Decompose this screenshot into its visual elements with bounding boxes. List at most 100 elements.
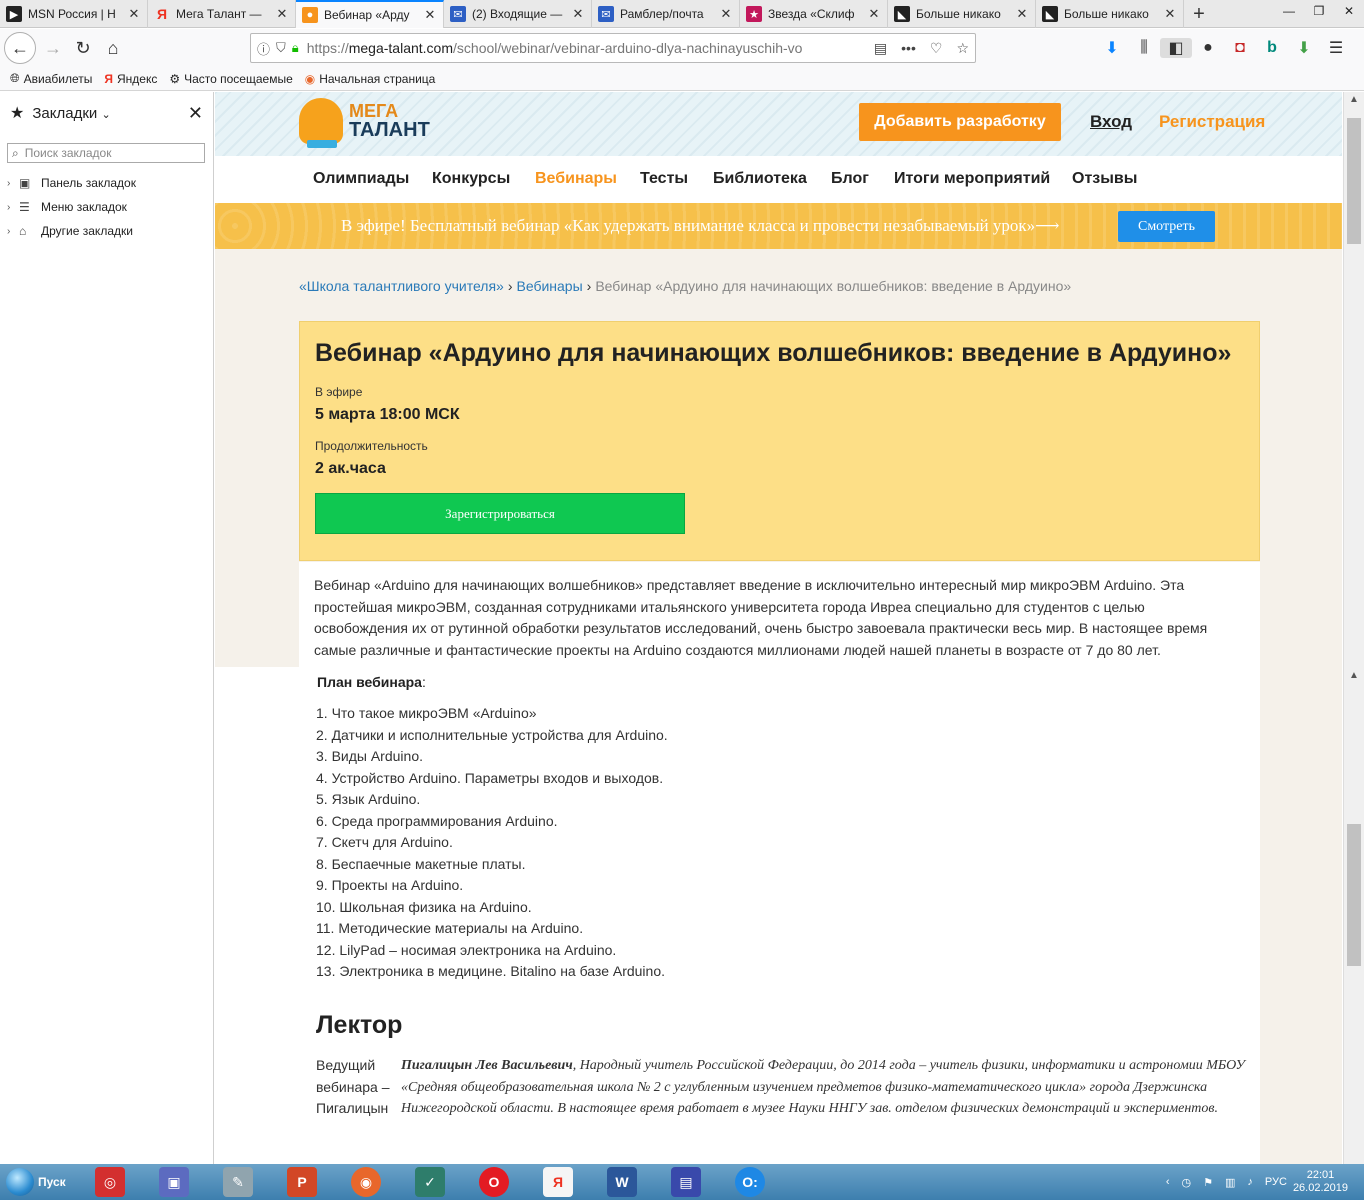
yandex-icon: Я: [104, 71, 113, 86]
bookmark-yandex[interactable]: Я Яндекс: [104, 72, 157, 86]
close-icon[interactable]: ✕: [423, 7, 437, 23]
bookmark-start-page[interactable]: ◉ Начальная страница: [305, 72, 436, 86]
close-icon[interactable]: ✕: [275, 6, 289, 22]
taskbar-app[interactable]: O: [463, 1165, 525, 1199]
start-button[interactable]: Пуск: [0, 1164, 78, 1200]
right-toolbar: ⬇ ⫼ ◧ ● ◘ b ⬇ ☰: [1096, 33, 1352, 63]
url-text[interactable]: https://mega-talant.com/school/webinar/v…: [307, 40, 860, 56]
tab-rambler[interactable]: ✉ Рамблер/почта ✕: [592, 0, 740, 28]
page-scrollbar[interactable]: ▲ ▲: [1343, 92, 1364, 1164]
chevron-right-icon[interactable]: ›: [7, 178, 19, 189]
close-icon[interactable]: ✕: [571, 6, 585, 22]
sidebar-toggle-icon[interactable]: ◧: [1160, 38, 1192, 58]
nav-tests[interactable]: Тесты: [640, 170, 688, 188]
taskbar-app[interactable]: ▤: [655, 1165, 717, 1199]
tab-feed-1[interactable]: ◣ Больше никако ✕: [888, 0, 1036, 28]
banner-text[interactable]: В эфире! Бесплатный вебинар «Как удержат…: [341, 216, 1059, 236]
close-icon[interactable]: ✕: [867, 6, 881, 22]
nav-olympiads[interactable]: Олимпиады: [313, 170, 409, 188]
volume-icon[interactable]: ♪: [1247, 1176, 1253, 1188]
close-icon[interactable]: ✕: [1163, 6, 1177, 22]
back-button[interactable]: ←: [4, 32, 36, 64]
tray-chevron-icon[interactable]: ‹: [1166, 1176, 1170, 1188]
close-icon[interactable]: ✕: [127, 6, 141, 22]
nav-reviews[interactable]: Отзывы: [1072, 170, 1137, 188]
register-button[interactable]: Зарегистрироваться: [315, 493, 685, 534]
taskbar-app[interactable]: ✓: [399, 1165, 461, 1199]
language-indicator[interactable]: РУС: [1265, 1176, 1287, 1188]
bing-icon[interactable]: b: [1256, 39, 1288, 57]
home-button[interactable]: ⌂: [98, 33, 128, 63]
tray-clock-icon[interactable]: ◷: [1182, 1176, 1192, 1189]
nav-webinars[interactable]: Вебинары: [535, 170, 617, 188]
watch-button[interactable]: Смотреть: [1118, 211, 1215, 242]
sidebar-item-toolbar[interactable]: › ▣ Панель закладок: [0, 171, 213, 195]
forward-button[interactable]: →: [38, 33, 68, 63]
close-sidebar-icon[interactable]: ✕: [188, 103, 203, 124]
breadcrumb-webinars[interactable]: Вебинары: [516, 278, 582, 294]
reader-view-icon[interactable]: ▤: [874, 40, 887, 57]
bookmark-star-icon[interactable]: ☆: [956, 40, 969, 57]
chevron-right-icon[interactable]: ›: [7, 202, 19, 213]
download-helper-icon[interactable]: ⬇: [1288, 38, 1320, 58]
list-item: 13. Электроника в медицине. Bitalino на …: [316, 963, 666, 979]
new-tab-button[interactable]: +: [1184, 0, 1214, 28]
taskbar-app[interactable]: Я: [527, 1165, 589, 1199]
taskbar-app[interactable]: ✎: [207, 1165, 269, 1199]
close-icon[interactable]: ✕: [719, 6, 733, 22]
nav-library[interactable]: Библиотека: [713, 170, 807, 188]
scroll-thumb-upper[interactable]: [1347, 118, 1361, 244]
taskbar-app[interactable]: ◎: [79, 1165, 141, 1199]
taskbar-app[interactable]: ▣: [143, 1165, 205, 1199]
tab-zvezda[interactable]: ★ Звезда «Склиф ✕: [740, 0, 888, 28]
taskbar-app[interactable]: W: [591, 1165, 653, 1199]
reload-button[interactable]: ↻: [68, 33, 98, 63]
nav-contests[interactable]: Конкурсы: [432, 170, 510, 188]
sidebar-item-other[interactable]: › ⌂ Другие закладки: [0, 219, 213, 243]
library-icon[interactable]: ⫼: [1128, 39, 1160, 57]
sidebar-title-dropdown[interactable]: Закладки ⌄: [32, 105, 188, 122]
tab-megatalant[interactable]: Я Мега Талант — ✕: [148, 0, 296, 28]
network-icon[interactable]: ▥: [1225, 1176, 1235, 1189]
bookmark-most-visited[interactable]: ⚙ Часто посещаемые: [169, 72, 292, 86]
tab-inbox[interactable]: ✉ (2) Входящие — ✕: [444, 0, 592, 28]
breadcrumb-separator: ›: [586, 278, 592, 294]
close-icon[interactable]: ✕: [1015, 6, 1029, 22]
chevron-right-icon[interactable]: ›: [7, 226, 19, 237]
page-viewport: МЕГА ТАЛАНТ Добавить разработку Вход Рег…: [215, 92, 1342, 1164]
scroll-up-icon[interactable]: ▲: [1344, 94, 1364, 112]
taskbar-app[interactable]: P: [271, 1165, 333, 1199]
extension-icon[interactable]: ●: [1192, 39, 1224, 57]
scroll-thumb[interactable]: [1347, 824, 1361, 966]
minimize-icon[interactable]: —: [1274, 0, 1304, 22]
url-bar[interactable]: ⓘ ⛉ 🔒︎ https://mega-talant.com/school/we…: [250, 33, 976, 63]
close-window-icon[interactable]: ✕: [1334, 0, 1364, 22]
register-link[interactable]: Регистрация: [1159, 112, 1265, 132]
pocket-icon[interactable]: ♡: [930, 40, 943, 57]
info-icon[interactable]: ⓘ: [257, 39, 270, 58]
add-development-button[interactable]: Добавить разработку: [859, 103, 1061, 141]
scroll-up-icon[interactable]: ▲: [1344, 670, 1364, 688]
extension-shield-icon[interactable]: ◘: [1224, 39, 1256, 57]
bookmark-aviabilety[interactable]: 🌐︎ Авиабилеты: [10, 71, 92, 86]
nav-results[interactable]: Итоги мероприятий: [894, 170, 1050, 188]
taskbar-app[interactable]: O:: [719, 1165, 781, 1199]
maximize-icon[interactable]: ❐: [1304, 0, 1334, 22]
flag-icon[interactable]: ⚑: [1203, 1176, 1213, 1189]
login-link[interactable]: Вход: [1090, 112, 1132, 132]
site-logo[interactable]: МЕГА ТАЛАНТ: [299, 98, 430, 148]
breadcrumb-school[interactable]: «Школа талантливого учителя»: [299, 278, 504, 294]
tab-webinar[interactable]: ● Вебинар «Арду ✕: [296, 0, 444, 28]
sidebar-item-menu[interactable]: › ☰ Меню закладок: [0, 195, 213, 219]
clock[interactable]: 22:01 26.02.2019: [1293, 1169, 1348, 1195]
more-actions-icon[interactable]: •••: [901, 40, 916, 56]
tab-msn[interactable]: ▶ MSN Россия | Н ✕: [0, 0, 148, 28]
menu-icon[interactable]: ☰: [1320, 38, 1352, 58]
plan-heading-colon: :: [421, 674, 426, 690]
nav-blog[interactable]: Блог: [831, 170, 869, 188]
taskbar-app[interactable]: ◉: [335, 1165, 397, 1199]
download-icon[interactable]: ⬇: [1096, 38, 1128, 58]
tab-feed-2[interactable]: ◣ Больше никако ✕: [1036, 0, 1184, 28]
bookmark-search-input[interactable]: ⌕ Поиск закладок: [7, 143, 205, 163]
shield-icon[interactable]: ⛉: [276, 40, 286, 56]
